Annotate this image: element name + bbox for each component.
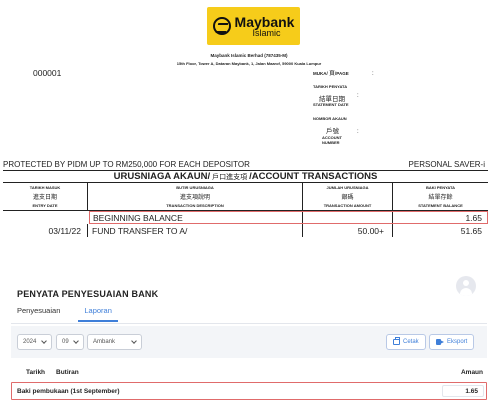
col-balance: BAKI PENYATA 結單存餘 STATEMENT BALANCE (392, 183, 488, 210)
bank-address: 15th Floor, Tower A, Dataran Maybank, 1,… (176, 61, 322, 66)
col-entry-date: TARIKH MASUK 進支日期 ENTRY DATE (29, 185, 61, 208)
page-title: PENYATA PENYESUAIAN BANK (17, 289, 159, 299)
col-description: BUTIR URUSNIAGA 進支項說明 TRANSACTION DESCRI… (87, 183, 302, 210)
opening-balance-amount[interactable]: 1.65 (442, 385, 484, 397)
account-label-cn: 戶號 (326, 127, 339, 135)
bank-entity: Maybank Islamic Berhad (787435-M) (210, 53, 288, 58)
table-header: TARIKH MASUK 進支日期 ENTRY DATE BUTIR URUSN… (3, 183, 488, 211)
page-label: MUKA/ 頁/PAGE (313, 70, 349, 77)
export-icon (436, 339, 444, 345)
month-select[interactable]: 09 (56, 334, 84, 350)
chevron-down-icon (73, 338, 79, 344)
export-button[interactable]: Eksport (429, 334, 475, 350)
tab-divider (11, 323, 487, 324)
tiger-head-icon (212, 17, 231, 35)
filter-bar: 2024 09 Ambank Cetak Eksport (11, 326, 487, 358)
table-row: 03/11/22 FUND TRANSFER TO A/ 50.00+ 51.6… (3, 224, 488, 237)
bank-select[interactable]: Ambank (87, 334, 142, 350)
chevron-down-icon (131, 338, 137, 344)
maybank-logo: Maybank Islamic (207, 7, 300, 45)
logo-sub: Islamic (252, 27, 281, 38)
bank-statement: Maybank Islamic Maybank Islamic Berhad (… (0, 0, 498, 240)
header-description: Butiran (56, 369, 79, 376)
table-title: URUSNIAGA AKAUN/ 戶口進支項 /ACCOUNT TRANSACT… (3, 171, 488, 183)
tab-laporan[interactable]: Laporan (78, 304, 118, 322)
tab-bar: Penyesuaian Laporan (17, 304, 118, 322)
chevron-down-icon (41, 338, 47, 344)
date-label: TARIKH PENYATA (313, 84, 348, 89)
print-icon (393, 337, 400, 345)
header-amount: Amaun (460, 369, 483, 376)
opening-balance-label: Baki pembukaan (1st September) (17, 388, 120, 395)
reconciliation-panel: PENYATA PENYESUAIAN BANK Penyesuaian Lap… (0, 262, 498, 416)
account-code: 000001 (33, 68, 62, 78)
year-select[interactable]: 2024 (17, 334, 52, 350)
date-label-en: STATEMENT DATE (313, 102, 349, 107)
list-header: Tarikh Butiran Amaun (11, 362, 487, 382)
print-button[interactable]: Cetak (386, 334, 426, 350)
col-amount: JUMLAH URUSNIAGA 銀碼 TRANSACTION AMOUNT (302, 183, 392, 210)
product-name: PERSONAL SAVER-i (408, 160, 485, 169)
pidm-protection: PROTECTED BY PIDM UP TO RM250,000 FOR EA… (3, 160, 250, 169)
tab-penyesuaian[interactable]: Penyesuaian (17, 304, 60, 322)
avatar[interactable] (456, 276, 476, 296)
account-label: NOMBOR AKAUN (313, 116, 347, 121)
account-label-en2: NUMBER (322, 140, 340, 145)
logo-name: Maybank (234, 13, 295, 30)
header-date: Tarikh (26, 369, 46, 376)
transactions-table: URUSNIAGA AKAUN/ 戶口進支項 /ACCOUNT TRANSACT… (3, 170, 488, 237)
list-item[interactable]: Baki pembukaan (1st September) 1.65 (11, 382, 487, 400)
table-row: BEGINNING BALANCE 1.65 (89, 211, 488, 224)
